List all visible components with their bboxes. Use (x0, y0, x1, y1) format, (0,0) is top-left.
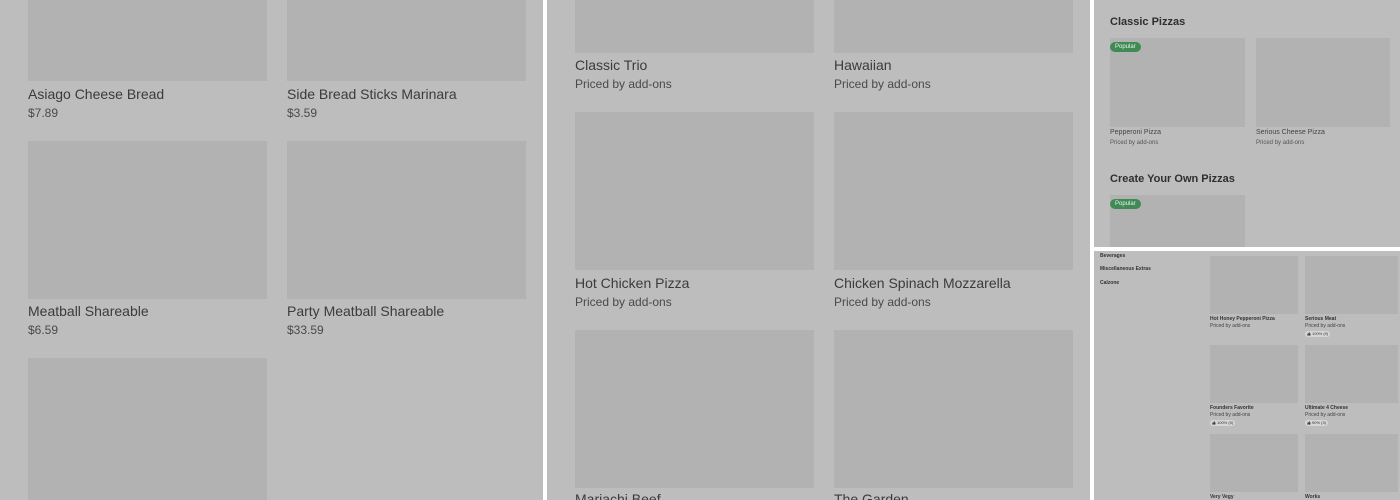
item-price: Priced by add-ons (1110, 140, 1159, 146)
item-image[interactable] (1305, 345, 1398, 403)
menu-panel-classic-pizzas: Classic Pizzas Popular Pepperoni Pizza P… (1094, 0, 1400, 247)
item-name[interactable]: Founders Favorite (1210, 405, 1254, 411)
item-price: Priced by add-ons (834, 77, 931, 91)
item-image[interactable] (1210, 345, 1298, 403)
item-price: Priced by add-ons (834, 295, 931, 309)
item-name[interactable]: Hawaiian (834, 57, 892, 73)
popular-badge: Popular (1110, 199, 1141, 209)
item-name[interactable]: Meatball Shareable (28, 303, 149, 319)
rating-value: 100% (9) (1312, 331, 1329, 336)
item-price: $33.59 (287, 323, 324, 337)
rating-value: 100% (5) (1217, 420, 1234, 425)
item-name[interactable]: Works (1305, 494, 1320, 500)
sidebar-item-beverages[interactable]: Beverages (1100, 253, 1125, 259)
item-image[interactable] (1305, 256, 1398, 314)
item-image[interactable] (1210, 434, 1298, 492)
item-name[interactable]: Ultimate 4 Cheese (1305, 405, 1348, 411)
menu-panel-overview: Beverages Miscellaneous Extras Calzone H… (1094, 251, 1400, 500)
popular-badge: Popular (1110, 42, 1141, 52)
item-name[interactable]: Asiago Cheese Bread (28, 86, 164, 102)
item-price: Priced by add-ons (1210, 412, 1251, 418)
section-title: Create Your Own Pizzas (1110, 173, 1235, 185)
item-price: Priced by add-ons (1256, 140, 1305, 146)
item-image[interactable] (834, 330, 1073, 488)
thumbs-up-icon (1212, 421, 1216, 425)
item-image[interactable] (575, 112, 814, 270)
item-name[interactable]: Party Meatball Shareable (287, 303, 444, 319)
sidebar-item-calzone[interactable]: Calzone (1100, 280, 1119, 286)
item-name[interactable]: Side Bread Sticks Marinara (287, 86, 457, 102)
item-name[interactable]: Hot Chicken Pizza (575, 275, 689, 291)
item-price: $7.89 (28, 106, 59, 120)
item-image[interactable] (834, 0, 1073, 53)
item-name[interactable]: Serious Cheese Pizza (1256, 129, 1325, 136)
item-price: Priced by add-ons (1305, 323, 1346, 329)
item-name[interactable]: Pepperoni Pizza (1110, 129, 1161, 136)
item-name[interactable]: Classic Trio (575, 57, 647, 73)
item-name[interactable]: Mariachi Beef (575, 491, 661, 500)
item-image[interactable] (1305, 434, 1398, 492)
rating-value: 90% (3) (1312, 420, 1327, 425)
item-image[interactable] (28, 0, 267, 81)
rating-badge: 100% (5) (1210, 420, 1236, 426)
item-price: $3.59 (287, 106, 318, 120)
item-image[interactable] (1210, 256, 1298, 314)
item-price: Priced by add-ons (575, 295, 672, 309)
item-name[interactable]: The Garden (834, 491, 909, 500)
item-image[interactable] (287, 0, 526, 81)
item-image[interactable] (1256, 38, 1390, 127)
item-image[interactable] (834, 112, 1073, 270)
item-image[interactable] (28, 358, 267, 500)
item-image[interactable] (575, 0, 814, 53)
item-image[interactable] (287, 141, 526, 299)
menu-panel-sides: Asiago Cheese Bread $7.89 Side Bread Sti… (0, 0, 543, 500)
item-name[interactable]: Serious Meat (1305, 316, 1336, 322)
item-name[interactable]: Hot Honey Pepperoni Pizza (1210, 316, 1275, 322)
item-price: Priced by add-ons (1210, 323, 1251, 329)
item-price: Priced by add-ons (1305, 412, 1346, 418)
sidebar-item-misc-extras[interactable]: Miscellaneous Extras (1100, 266, 1151, 272)
item-price: $6.59 (28, 323, 59, 337)
item-name[interactable]: Very Vegy (1210, 494, 1234, 500)
item-name[interactable]: Chicken Spinach Mozzarella (834, 275, 1011, 291)
thumbs-up-icon (1307, 421, 1311, 425)
item-price: Priced by add-ons (575, 77, 672, 91)
thumbs-up-icon (1307, 332, 1311, 336)
menu-panel-specialty-pizzas: Classic Trio Priced by add-ons Hawaiian … (547, 0, 1090, 500)
item-image[interactable] (28, 141, 267, 299)
item-image[interactable] (575, 330, 814, 488)
rating-badge: 90% (3) (1305, 420, 1329, 426)
rating-badge: 100% (9) (1305, 331, 1331, 337)
section-title: Classic Pizzas (1110, 16, 1186, 28)
